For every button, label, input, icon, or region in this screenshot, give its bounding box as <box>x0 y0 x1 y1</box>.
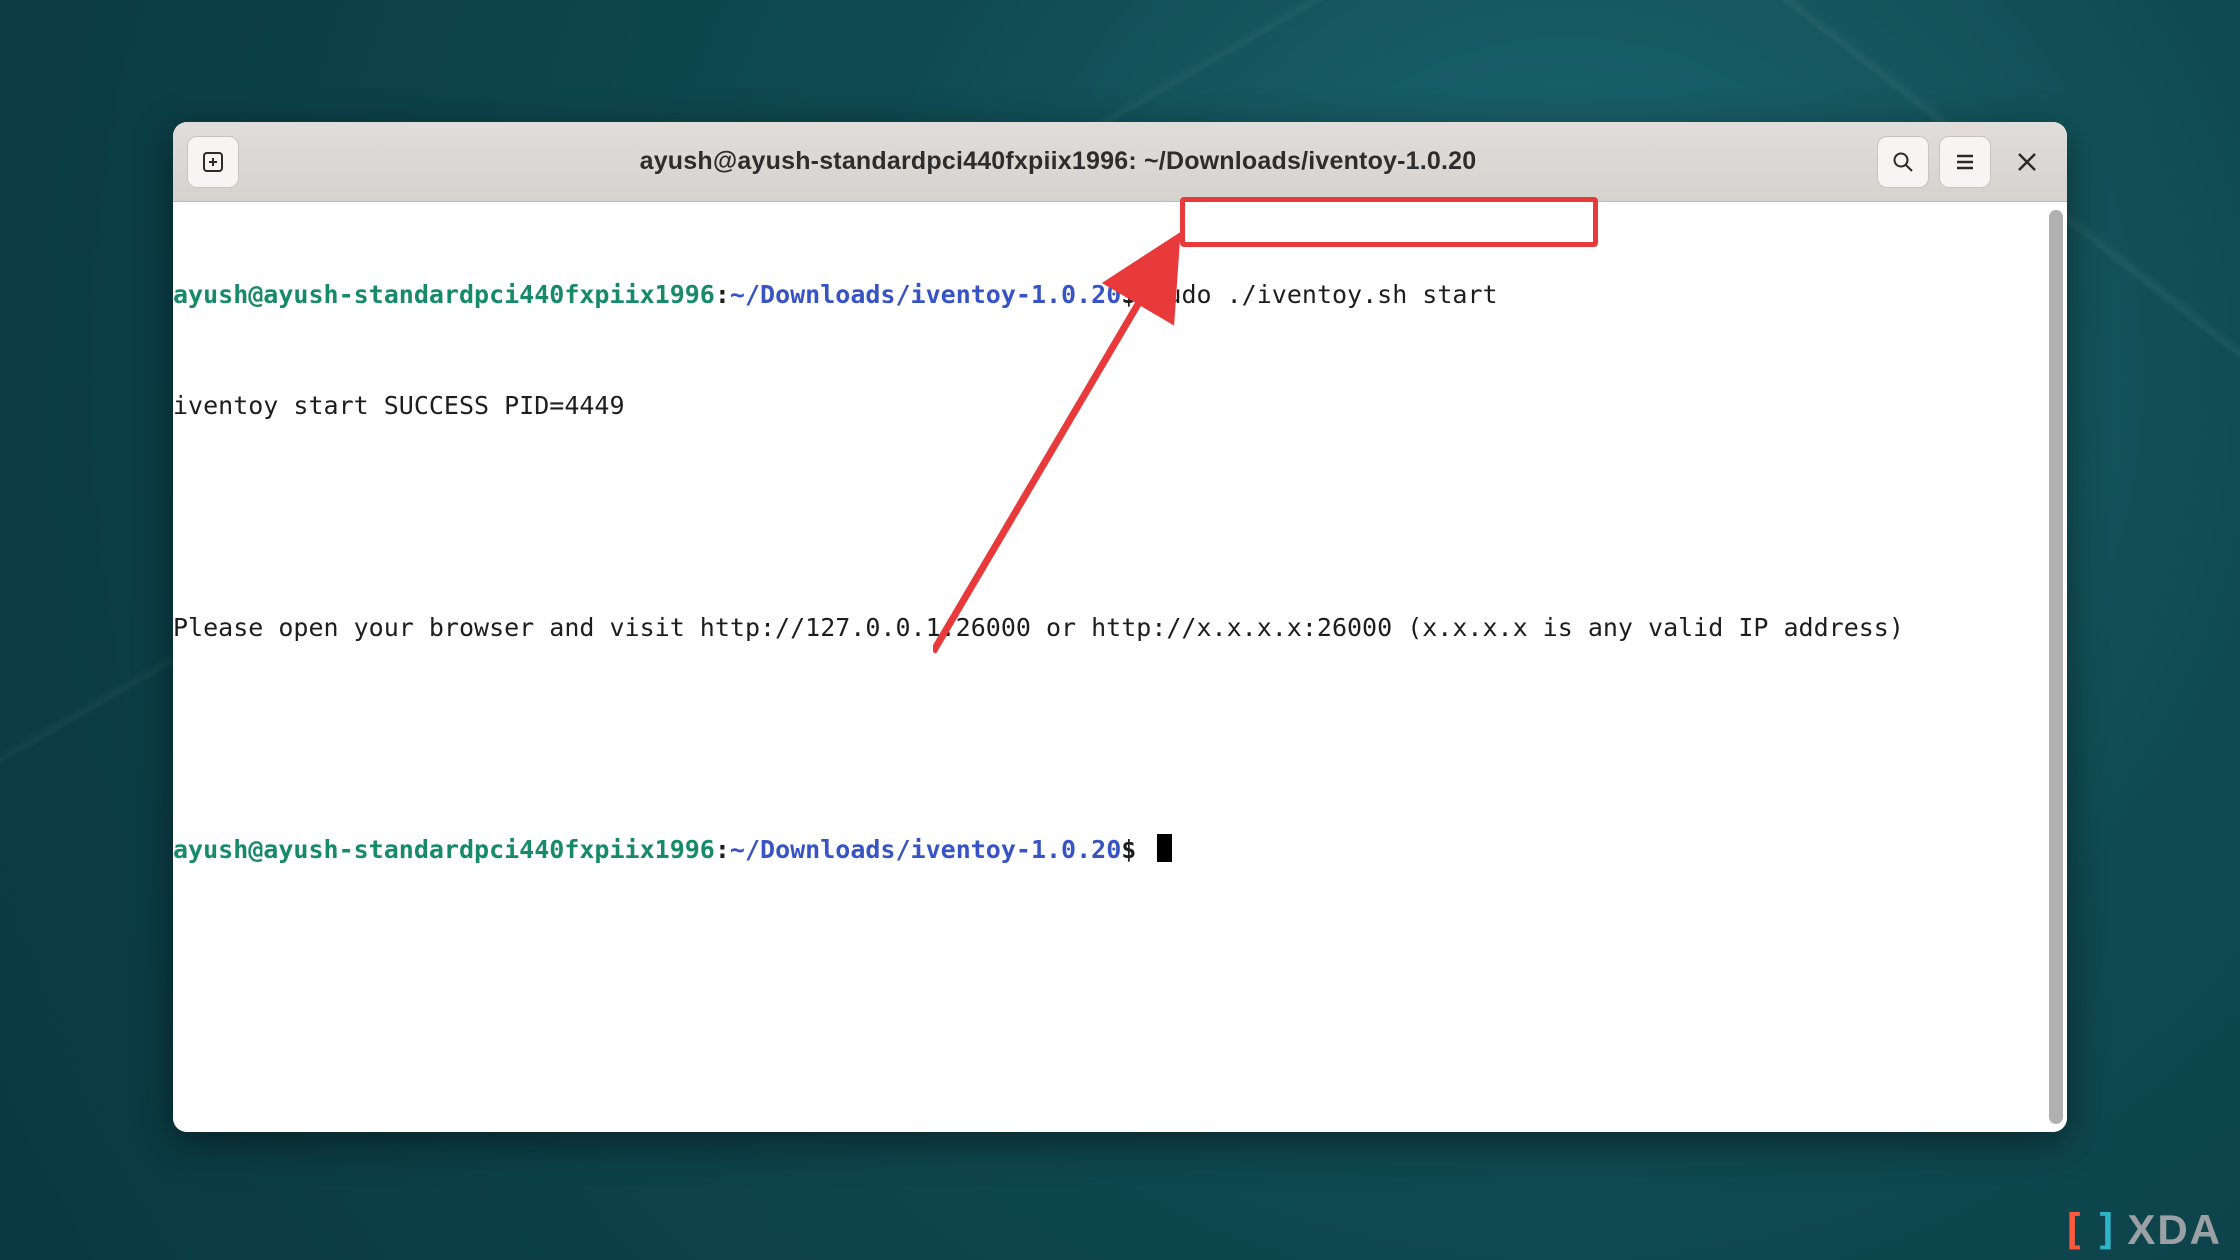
blank-line <box>173 498 2067 535</box>
watermark-bracket-right: ] <box>2094 1205 2121 1254</box>
plus-tab-icon <box>201 150 225 174</box>
menu-button[interactable] <box>1939 136 1991 188</box>
blank-line <box>173 720 2067 757</box>
prompt-sep: : <box>715 835 730 864</box>
output-line: iventoy start SUCCESS PID=4449 <box>173 387 2067 424</box>
prompt-sigil: $ <box>1121 280 1136 309</box>
terminal-output: ayush@ayush-standardpci440fxpiix1996:~/D… <box>173 202 2067 942</box>
scrollbar[interactable] <box>2049 210 2063 1124</box>
search-button[interactable] <box>1877 136 1929 188</box>
watermark-text: XDA <box>2127 1206 2222 1254</box>
prompt-line-1: ayush@ayush-standardpci440fxpiix1996:~/D… <box>173 276 2067 313</box>
watermark-bracket-left: [ <box>2061 1205 2088 1254</box>
prompt-sep: : <box>715 280 730 309</box>
cursor <box>1157 834 1172 862</box>
titlebar: ayush@ayush-standardpci440fxpiix1996: ~/… <box>173 122 2067 202</box>
prompt-user: ayush@ayush-standardpci440fxpiix1996 <box>173 835 715 864</box>
prompt-sigil: $ <box>1121 835 1136 864</box>
output-line: Please open your browser and visit http:… <box>173 609 2067 646</box>
prompt-path: ~/Downloads/iventoy-1.0.20 <box>730 280 1121 309</box>
close-icon <box>2016 151 2038 173</box>
search-icon <box>1891 150 1915 174</box>
watermark: []XDA <box>2061 1205 2222 1254</box>
terminal-window: ayush@ayush-standardpci440fxpiix1996: ~/… <box>173 122 2067 1132</box>
close-button[interactable] <box>2001 136 2053 188</box>
prompt-user: ayush@ayush-standardpci440fxpiix1996 <box>173 280 715 309</box>
prompt-line-2: ayush@ayush-standardpci440fxpiix1996:~/D… <box>173 831 2067 868</box>
prompt-path: ~/Downloads/iventoy-1.0.20 <box>730 835 1121 864</box>
new-tab-button[interactable] <box>187 136 239 188</box>
hamburger-icon <box>1953 150 1977 174</box>
command-text: sudo ./iventoy.sh start <box>1136 280 1497 309</box>
terminal-body[interactable]: ayush@ayush-standardpci440fxpiix1996:~/D… <box>173 202 2067 1132</box>
window-title: ayush@ayush-standardpci440fxpiix1996: ~/… <box>249 147 1867 176</box>
titlebar-right-group <box>1877 136 2053 188</box>
